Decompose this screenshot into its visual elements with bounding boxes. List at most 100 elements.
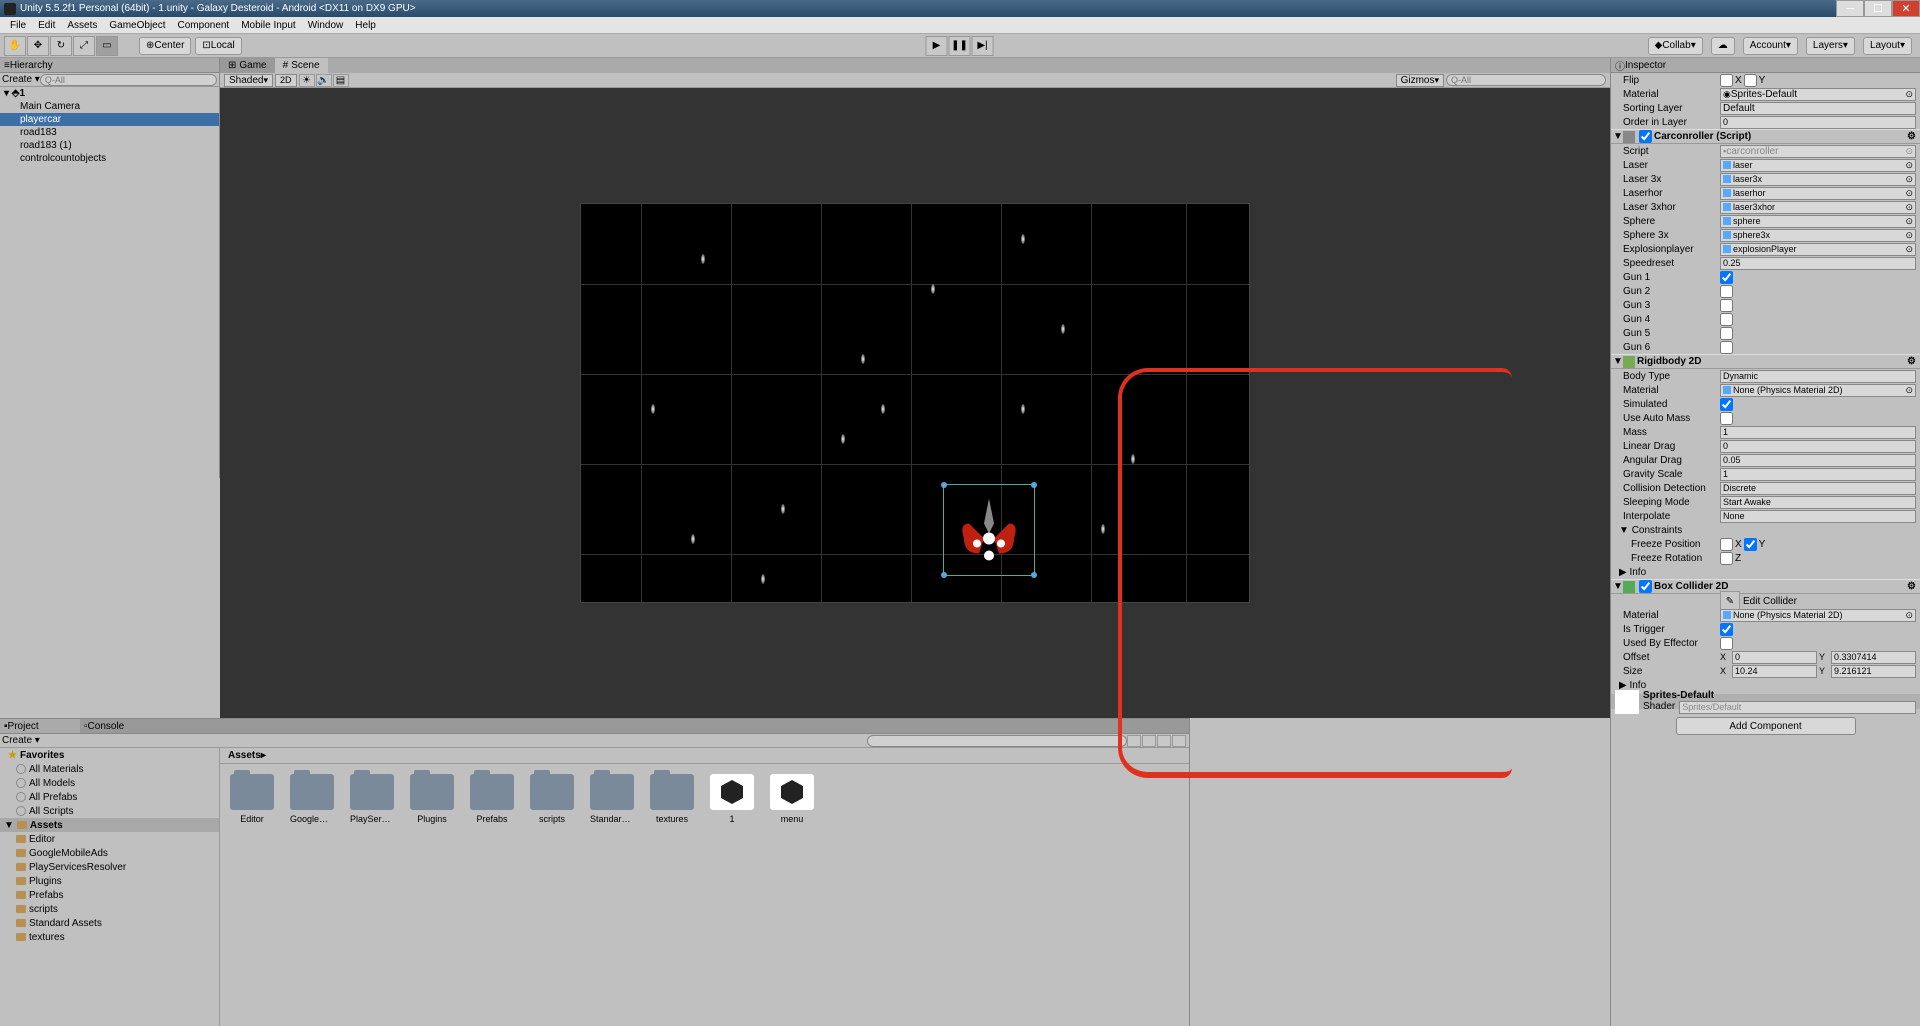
shader-dropdown[interactable]: Sprites/Default bbox=[1679, 701, 1916, 714]
play-button[interactable]: ▶ bbox=[926, 36, 948, 56]
prop-field[interactable]: 0 bbox=[1720, 440, 1916, 453]
console-tab[interactable]: ▫ Console bbox=[80, 719, 1189, 734]
hierarchy-item[interactable]: Main Camera bbox=[0, 100, 219, 113]
asset-item[interactable]: textures bbox=[650, 774, 694, 824]
step-button[interactable]: ▶| bbox=[972, 36, 994, 56]
offset-y-field[interactable]: 0.3307414 bbox=[1831, 651, 1916, 664]
prop-checkbox[interactable] bbox=[1720, 341, 1733, 354]
gear-icon[interactable]: ⚙ bbox=[1907, 356, 1918, 367]
rect-tool-button[interactable]: ▭ bbox=[96, 36, 118, 56]
freeze-pos-x-checkbox[interactable] bbox=[1720, 538, 1733, 551]
prop-checkbox[interactable] bbox=[1720, 398, 1733, 411]
carcontroller-enable-checkbox[interactable] bbox=[1639, 130, 1652, 143]
favorite-item[interactable]: All Models bbox=[0, 776, 219, 790]
prop-field[interactable]: 0.25 bbox=[1720, 257, 1916, 270]
scene-root[interactable]: ▾ ⬘ 1 bbox=[0, 87, 219, 100]
prop-field[interactable]: explosionPlayer bbox=[1720, 243, 1916, 256]
prop-field[interactable]: None (Physics Material 2D) bbox=[1720, 384, 1916, 397]
asset-item[interactable]: GoogleMobi... bbox=[290, 774, 334, 824]
asset-item[interactable]: Plugins bbox=[410, 774, 454, 824]
hand-tool-button[interactable]: ✋ bbox=[4, 36, 26, 56]
prop-field[interactable]: 1 bbox=[1720, 426, 1916, 439]
menu-mobile input[interactable]: Mobile Input bbox=[235, 20, 301, 31]
prop-field[interactable]: Discrete bbox=[1720, 482, 1916, 495]
minimize-button[interactable]: ─ bbox=[1836, 0, 1864, 17]
layout-dropdown[interactable]: Layout ▾ bbox=[1863, 37, 1912, 55]
prop-checkbox[interactable] bbox=[1720, 285, 1733, 298]
asset-item[interactable]: 1 bbox=[710, 774, 754, 824]
folder-item[interactable]: Editor bbox=[0, 832, 219, 846]
prop-checkbox[interactable] bbox=[1720, 637, 1733, 650]
filter-button-3[interactable] bbox=[1157, 735, 1171, 747]
folder-item[interactable]: Plugins bbox=[0, 874, 219, 888]
asset-item[interactable]: scripts bbox=[530, 774, 574, 824]
menu-component[interactable]: Component bbox=[172, 20, 236, 31]
asset-item[interactable]: PlayServic... bbox=[350, 774, 394, 824]
prop-checkbox[interactable] bbox=[1720, 271, 1733, 284]
move-tool-button[interactable]: ✥ bbox=[27, 36, 49, 56]
folder-item[interactable]: GoogleMobileAds bbox=[0, 846, 219, 860]
add-component-button[interactable]: Add Component bbox=[1676, 717, 1856, 735]
scene-tab[interactable]: # Scene bbox=[275, 58, 328, 73]
gear-icon[interactable]: ⚙ bbox=[1907, 131, 1918, 142]
sorting-layer-dropdown[interactable]: Default bbox=[1720, 102, 1916, 115]
close-button[interactable]: ✕ bbox=[1892, 0, 1920, 17]
prop-field[interactable]: laser3xhor bbox=[1720, 201, 1916, 214]
hierarchy-item[interactable]: controlcountobjects bbox=[0, 152, 219, 165]
folder-item[interactable]: Standard Assets bbox=[0, 916, 219, 930]
scene-viewport[interactable] bbox=[220, 88, 1610, 718]
prop-field[interactable]: Start Awake bbox=[1720, 496, 1916, 509]
project-tab[interactable]: ▪ Project bbox=[0, 719, 80, 734]
hierarchy-search-input[interactable] bbox=[40, 74, 217, 86]
playercar-sprite[interactable] bbox=[949, 494, 1029, 567]
pivot-center-button[interactable]: ⊕ Center bbox=[139, 37, 191, 55]
scene-search-input[interactable] bbox=[1446, 74, 1606, 86]
cloud-button[interactable]: ☁ bbox=[1711, 37, 1735, 55]
asset-item[interactable]: Standard A... bbox=[590, 774, 634, 824]
prop-field[interactable]: Dynamic bbox=[1720, 370, 1916, 383]
folder-item[interactable]: textures bbox=[0, 930, 219, 944]
menu-edit[interactable]: Edit bbox=[32, 20, 61, 31]
flip-x-checkbox[interactable] bbox=[1720, 74, 1733, 87]
audio-toggle[interactable]: 🔊 bbox=[316, 74, 332, 87]
folder-item[interactable]: PlayServicesResolver bbox=[0, 860, 219, 874]
project-search-input[interactable] bbox=[867, 735, 1127, 747]
prop-field[interactable]: None (Physics Material 2D) bbox=[1720, 609, 1916, 622]
flip-y-checkbox[interactable] bbox=[1744, 74, 1757, 87]
menu-file[interactable]: File bbox=[4, 20, 32, 31]
prop-field[interactable]: laserhor bbox=[1720, 187, 1916, 200]
asset-item[interactable]: Prefabs bbox=[470, 774, 514, 824]
prop-checkbox[interactable] bbox=[1720, 412, 1733, 425]
prop-field[interactable]: laser3x bbox=[1720, 173, 1916, 186]
prop-field[interactable]: 0.05 bbox=[1720, 454, 1916, 467]
menu-window[interactable]: Window bbox=[302, 20, 350, 31]
prop-checkbox[interactable] bbox=[1720, 313, 1733, 326]
collab-button[interactable]: ◆ Collab ▾ bbox=[1648, 37, 1703, 55]
material-preview-row[interactable]: Sprites-Default ShaderSprites/Default bbox=[1611, 694, 1920, 709]
menu-assets[interactable]: Assets bbox=[61, 20, 103, 31]
favorite-item[interactable]: All Prefabs bbox=[0, 790, 219, 804]
rigidbody-header[interactable]: ▼Rigidbody 2D⚙ bbox=[1611, 354, 1920, 369]
prop-field[interactable]: laser bbox=[1720, 159, 1916, 172]
pivot-local-button[interactable]: ⊡ Local bbox=[195, 37, 241, 55]
prop-field[interactable]: 1 bbox=[1720, 468, 1916, 481]
prop-checkbox[interactable] bbox=[1720, 327, 1733, 340]
prop-field[interactable]: None bbox=[1720, 510, 1916, 523]
filter-button[interactable] bbox=[1127, 735, 1141, 747]
layers-dropdown[interactable]: Layers ▾ bbox=[1806, 37, 1855, 55]
fx-toggle[interactable]: ▤ bbox=[333, 74, 349, 87]
size-x-field[interactable]: 10.24 bbox=[1732, 665, 1817, 678]
prop-field[interactable]: sphere bbox=[1720, 215, 1916, 228]
assets-breadcrumb[interactable]: Assets ▸ bbox=[220, 748, 1189, 764]
favorite-item[interactable]: All Materials bbox=[0, 762, 219, 776]
menu-gameobject[interactable]: GameObject bbox=[103, 20, 171, 31]
menu-help[interactable]: Help bbox=[349, 20, 382, 31]
game-tab[interactable]: ⊞ Game bbox=[220, 58, 275, 73]
rotate-tool-button[interactable]: ↻ bbox=[50, 36, 72, 56]
maximize-button[interactable]: ☐ bbox=[1864, 0, 1892, 17]
save-filter-button[interactable] bbox=[1172, 735, 1186, 747]
boxcollider-enable-checkbox[interactable] bbox=[1639, 580, 1652, 593]
hierarchy-tab[interactable]: ≡ Hierarchy bbox=[0, 58, 219, 73]
2d-toggle[interactable]: 2D bbox=[275, 74, 297, 87]
prop-checkbox[interactable] bbox=[1720, 623, 1733, 636]
